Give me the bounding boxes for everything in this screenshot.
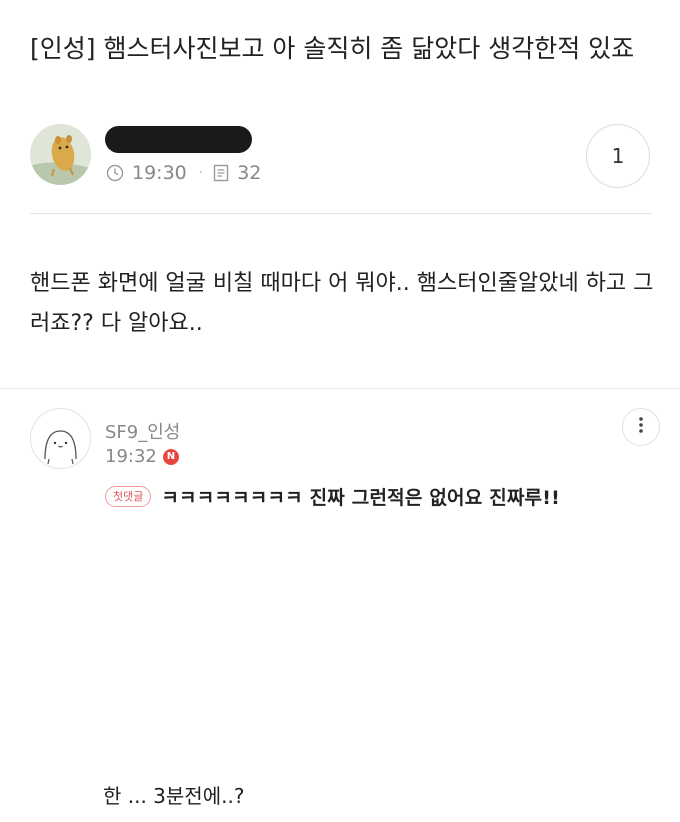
comment-text: ㅋㅋㅋㅋㅋㅋㅋㅋ 진짜 그런적은 없어요 진짜루!! bbox=[161, 487, 560, 509]
first-comment-badge: 첫댓글 bbox=[105, 486, 152, 507]
new-badge: N bbox=[162, 448, 179, 465]
comment-meta: 19:32 N bbox=[105, 446, 179, 467]
comment-count: 1 bbox=[611, 144, 625, 168]
divider bbox=[0, 388, 680, 389]
comment-time: 19:32 bbox=[105, 446, 157, 467]
hamster-avatar-image bbox=[30, 124, 91, 185]
caption: 한 ... 3분전에..? bbox=[103, 784, 245, 808]
comment: 첫댓글 ㅋㅋㅋㅋㅋㅋㅋㅋ 진짜 그런적은 없어요 진짜루!! bbox=[105, 483, 560, 510]
post-title: [인성] 햄스터사진보고 아 솔직히 좀 닮았다 생각한적 있죠 bbox=[30, 34, 635, 63]
post-meta: 19:30 · 32 bbox=[106, 160, 261, 186]
meta-separator: · bbox=[198, 165, 204, 181]
more-vertical-icon bbox=[639, 417, 643, 437]
post-time: 19:30 bbox=[132, 162, 187, 184]
commenter-avatar[interactable] bbox=[30, 408, 91, 469]
author-avatar[interactable] bbox=[30, 124, 91, 185]
author-name-redacted[interactable] bbox=[105, 126, 252, 153]
cute-face-avatar-image bbox=[44, 430, 77, 465]
post-body: 핸드폰 화면에 얼굴 비칠 때마다 어 뭐야.. 햄스터인줄알았네 하고 그러죠… bbox=[30, 271, 654, 336]
more-options-button[interactable] bbox=[622, 408, 660, 446]
post-views: 32 bbox=[237, 162, 262, 184]
divider bbox=[30, 213, 652, 214]
clock-icon bbox=[106, 164, 124, 182]
comment-count-button[interactable]: 1 bbox=[586, 124, 650, 188]
document-icon bbox=[213, 164, 229, 182]
comment-author[interactable]: SF9_인성 bbox=[105, 418, 180, 444]
